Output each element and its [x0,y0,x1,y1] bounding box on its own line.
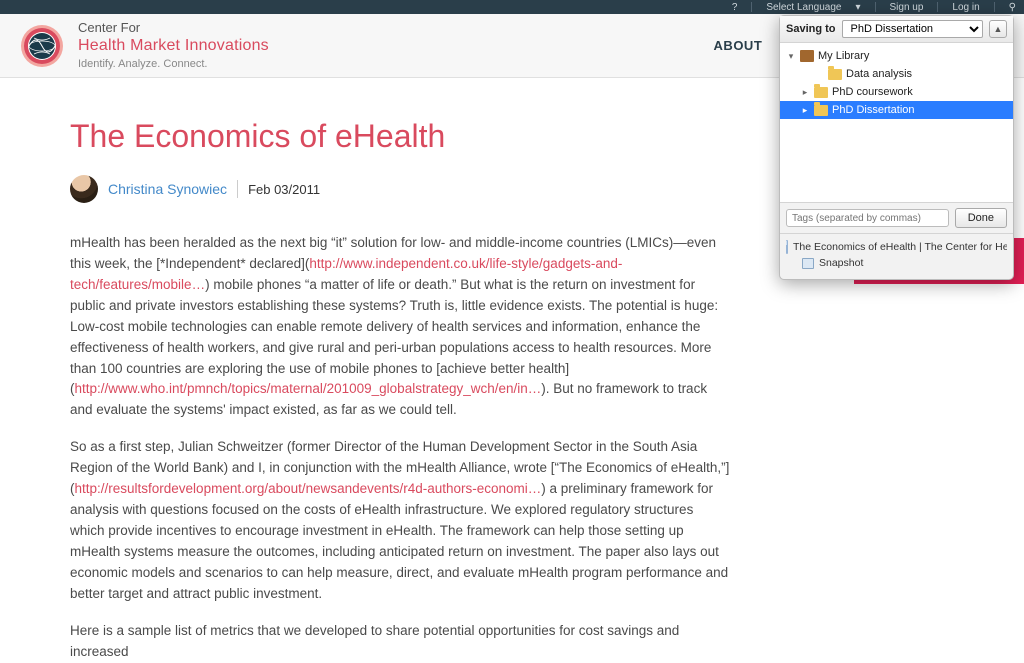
folder-icon [814,87,828,98]
caret-down-icon[interactable]: ▾ [786,51,796,62]
signup-link[interactable]: Sign up [890,2,924,13]
paragraph: mHealth has been heralded as the next bi… [70,233,730,421]
attachments: The Economics of eHealth | The Center fo… [780,234,1013,279]
attachment-snapshot[interactable]: Snapshot [786,255,1007,271]
paragraph: Here is a sample list of metrics that we… [70,621,730,663]
brand-line1: Center For [78,20,269,36]
library-tree[interactable]: ▾ My Library Data analysis ▸ PhD coursew… [780,43,1013,203]
divider [937,2,938,12]
author-link[interactable]: Christina Synowiec [108,181,227,197]
save-to-panel: Saving to PhD Dissertation ▲ ▾ My Librar… [779,15,1014,280]
inline-link[interactable]: http://www.who.int/pmnch/topics/maternal… [75,381,542,396]
tree-item-phd-coursework[interactable]: ▸ PhD coursework [780,83,1013,101]
collapse-button[interactable]: ▲ [989,20,1007,38]
chevron-up-icon: ▲ [994,24,1003,34]
chevron-down-icon[interactable]: ▾ [855,2,860,13]
brand-line2: Health Market Innovations [78,36,269,56]
tags-input[interactable] [786,209,949,227]
tree-root[interactable]: ▾ My Library [780,47,1013,65]
saving-to-label: Saving to [786,23,836,35]
author-avatar[interactable] [70,175,98,203]
paragraph: So as a first step, Julian Schweitzer (f… [70,437,730,604]
divider [994,2,995,12]
divider [751,2,752,12]
utility-bar: ? Select Language ▾ Sign up Log in ⚲ [0,0,1024,14]
nav-about[interactable]: ABOUT [714,38,763,53]
collection-select[interactable]: PhD Dissertation [842,20,983,38]
publish-date: Feb 03/2011 [248,182,320,197]
brand-tagline: Identify. Analyze. Connect. [78,58,269,72]
library-icon [800,50,814,62]
caret-right-icon[interactable]: ▸ [800,105,810,116]
folder-icon [814,105,828,116]
tree-item-data-analysis[interactable]: Data analysis [780,65,1013,83]
search-icon[interactable]: ⚲ [1009,2,1016,13]
article-body: mHealth has been heralded as the next bi… [70,233,730,663]
tree-item-phd-dissertation[interactable]: ▸ PhD Dissertation [780,101,1013,119]
tags-row: Done [780,203,1013,234]
caret-right-icon[interactable]: ▸ [800,87,810,98]
help-icon[interactable]: ? [732,2,738,13]
brand-text: Center For Health Market Innovations Ide… [78,20,269,72]
divider [237,180,238,198]
divider [875,2,876,12]
attachment-item[interactable]: The Economics of eHealth | The Center fo… [786,239,1007,255]
webpage-icon [786,240,788,254]
snapshot-icon [802,258,814,269]
done-button[interactable]: Done [955,208,1007,228]
folder-icon [828,69,842,80]
select-language[interactable]: Select Language [766,2,841,13]
site-logo[interactable] [20,24,64,68]
panel-header: Saving to PhD Dissertation ▲ [780,16,1013,43]
inline-link[interactable]: http://resultsfordevelopment.org/about/n… [75,481,542,496]
login-link[interactable]: Log in [952,2,979,13]
